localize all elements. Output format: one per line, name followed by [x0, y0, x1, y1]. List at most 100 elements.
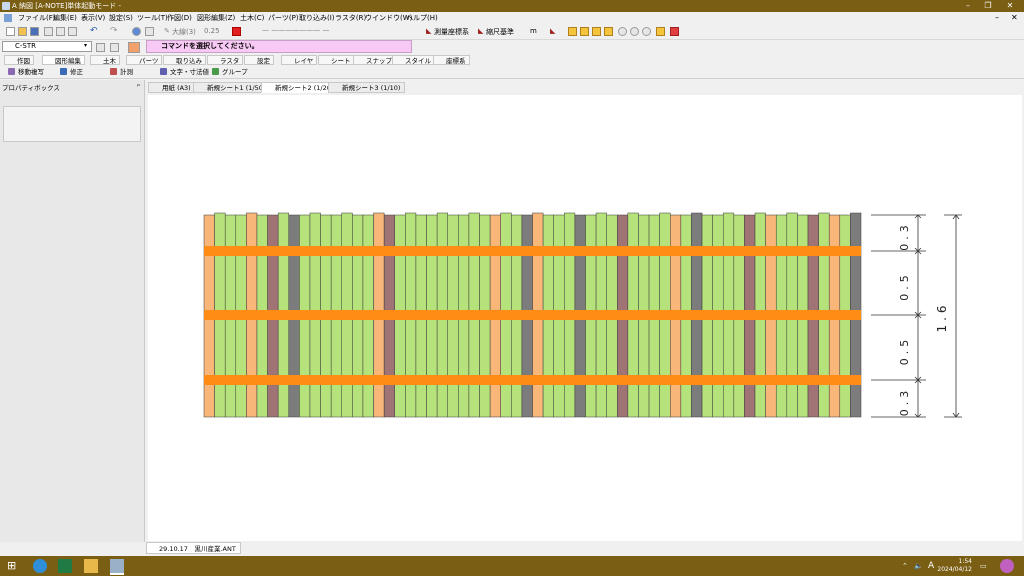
layer-toggle-icon[interactable]	[656, 27, 665, 36]
speaker-icon[interactable]: 🔈	[914, 556, 923, 576]
property-panel: プロパティボックス ᵖ	[0, 80, 145, 542]
tab-raster[interactable]: ラスタ	[207, 55, 244, 65]
anote-task-icon[interactable]	[110, 559, 124, 575]
tab-shape-edit[interactable]: 図形編集	[42, 55, 85, 65]
restore-button[interactable]: ❐	[978, 0, 998, 12]
tab-civil[interactable]: 土木	[90, 55, 120, 65]
ortho-icon[interactable]	[580, 27, 589, 36]
menu-civil[interactable]: 土木(C)	[240, 12, 264, 24]
group-button[interactable]: グループ	[212, 67, 248, 77]
measure-button[interactable]: 計測	[110, 67, 133, 77]
dimension-label-2: 0.5	[898, 271, 911, 301]
app-menu-icon[interactable]	[4, 14, 12, 22]
doc-minimize-icon[interactable]: –	[995, 12, 999, 24]
sheet-tab-2[interactable]: 新規シート2 (1/20)	[261, 82, 339, 93]
clock[interactable]: 1:54 2024/04/12	[937, 558, 972, 574]
modify-button[interactable]: 修正	[60, 67, 83, 77]
pen-icon: ✎	[164, 27, 170, 35]
layer-list-icon[interactable]	[96, 43, 105, 52]
tab-settings[interactable]: 設定	[244, 55, 274, 65]
menu-shape-edit[interactable]: 図形編集(Z)	[197, 12, 235, 24]
new-file-icon[interactable]	[6, 27, 15, 36]
scale-icon: ◣	[478, 27, 484, 35]
dimension-group: 0.3 0.5 0.5 0.3 1.6	[871, 214, 962, 418]
arrow-a-0	[914, 214, 919, 219]
move-copy-icon	[8, 68, 15, 75]
move-copy-button[interactable]: 移動複写	[8, 67, 44, 77]
tab-import[interactable]: 取り込み	[163, 55, 206, 65]
text-dimension-button[interactable]: 文字・寸法値	[160, 67, 209, 77]
drawing-svg: 0.3 0.5 0.5 0.3 1.6	[203, 212, 962, 418]
tab-parts[interactable]: パーツ	[126, 55, 163, 65]
pin-icon[interactable]: ᵖ	[137, 82, 140, 90]
copilot-icon[interactable]	[1000, 559, 1014, 573]
target-icon[interactable]	[642, 27, 651, 36]
menu-import[interactable]: 取り込み(I)	[299, 12, 335, 24]
unit-select[interactable]: m	[530, 27, 537, 35]
line-width-select[interactable]: 0.25	[204, 27, 220, 35]
edge-icon[interactable]	[33, 559, 47, 573]
center-icon[interactable]	[630, 27, 639, 36]
tab-sheet[interactable]: シート	[318, 55, 355, 65]
tab-coord-system[interactable]: 座標系	[433, 55, 470, 65]
menu-view[interactable]: 表示(V)	[81, 12, 105, 24]
chevron-down-icon[interactable]: ▾	[84, 42, 87, 49]
coord-system-select[interactable]: 測量座標系	[434, 27, 469, 37]
menu-raster[interactable]: ラスタ(R)	[335, 12, 366, 24]
menu-draw[interactable]: 作図(D)	[167, 12, 192, 24]
table-icon[interactable]	[670, 27, 679, 36]
command-icon[interactable]	[128, 42, 140, 53]
undo-icon[interactable]: ↶	[90, 27, 99, 36]
paste-icon[interactable]	[68, 27, 77, 36]
crosshair-icon[interactable]	[618, 27, 627, 36]
menu-parts[interactable]: パーツ(P)	[268, 12, 299, 24]
snap-line-icon[interactable]	[604, 27, 613, 36]
sheet-tab-3[interactable]: 新規シート3 (1/10)	[328, 82, 406, 93]
minimize-button[interactable]: –	[958, 0, 978, 12]
clock-time: 1:54	[958, 558, 972, 565]
tab-layer[interactable]: レイヤ	[281, 55, 318, 65]
tab-snap[interactable]: スナップ	[353, 55, 396, 65]
ime-indicator[interactable]: A	[928, 556, 934, 576]
menu-tools[interactable]: ツール(T)	[137, 12, 168, 24]
document-tab[interactable]: 29.10.17 黒川産業.ANT	[146, 542, 241, 554]
open-folder-icon[interactable]	[18, 27, 27, 36]
save-icon[interactable]	[30, 27, 39, 36]
chevron-up-icon[interactable]: ⌃	[902, 556, 908, 576]
main-toolbar: ↶ ↷ ✎ 大線(3) 0.25 — ——————— — ◣ 測量座標系 ◣ 縮…	[0, 24, 1024, 40]
menu-help[interactable]: ヘルプ(H)	[406, 12, 438, 24]
layer-settings-icon[interactable]	[110, 43, 119, 52]
explorer-icon[interactable]	[84, 559, 98, 573]
find-icon[interactable]	[145, 27, 154, 36]
excel-icon[interactable]	[58, 559, 72, 573]
ribbon-tabs: 作図 図形編集 土木 パーツ 取り込み ラスタ 設定 レイヤ シート スナップ …	[0, 55, 1024, 66]
copy-icon[interactable]	[56, 27, 65, 36]
tab-style[interactable]: スタイル	[392, 55, 435, 65]
line-style-select[interactable]: — ——————— —	[262, 26, 329, 34]
line-type-select[interactable]: 大線(3)	[172, 27, 196, 37]
layer-combo[interactable]: C-STR	[2, 41, 92, 52]
redo-icon[interactable]: ↷	[110, 27, 119, 36]
scale-select[interactable]: 縮尺基準	[486, 27, 514, 37]
color-swatch[interactable]	[232, 27, 241, 36]
menu-settings[interactable]: 設定(S)	[109, 12, 133, 24]
sheet-tabs: 用紙 (A3) 新規シート1 (1/50) 新規シート2 (1/20) 新規シー…	[146, 81, 1024, 94]
dimension-label-4: 0.3	[898, 387, 911, 417]
measure-icon[interactable]: ◣	[550, 27, 555, 35]
menu-edit[interactable]: 編集(E)	[53, 12, 77, 24]
snap-point-icon[interactable]	[592, 27, 601, 36]
tab-draw[interactable]: 作図	[4, 55, 34, 65]
orange-band-2	[204, 310, 861, 320]
windows-start-icon[interactable]: ⊞	[7, 559, 16, 573]
sheet-tab-1[interactable]: 新規シート1 (1/50)	[193, 82, 271, 93]
notification-icon[interactable]: ▭	[980, 556, 987, 576]
grid-snap-icon[interactable]	[568, 27, 577, 36]
menu-file[interactable]: ファイル(F)	[18, 12, 56, 24]
doc-close-icon[interactable]: ✕	[1011, 12, 1018, 24]
sheet-tab-paper[interactable]: 用紙 (A3)	[148, 82, 196, 93]
drawing-canvas[interactable]: 0.3 0.5 0.5 0.3 1.6	[148, 95, 1022, 541]
close-button[interactable]: ✕	[1000, 0, 1020, 12]
help-icon[interactable]	[132, 27, 141, 36]
arrow-b-2	[917, 314, 922, 319]
cut-icon[interactable]	[44, 27, 53, 36]
